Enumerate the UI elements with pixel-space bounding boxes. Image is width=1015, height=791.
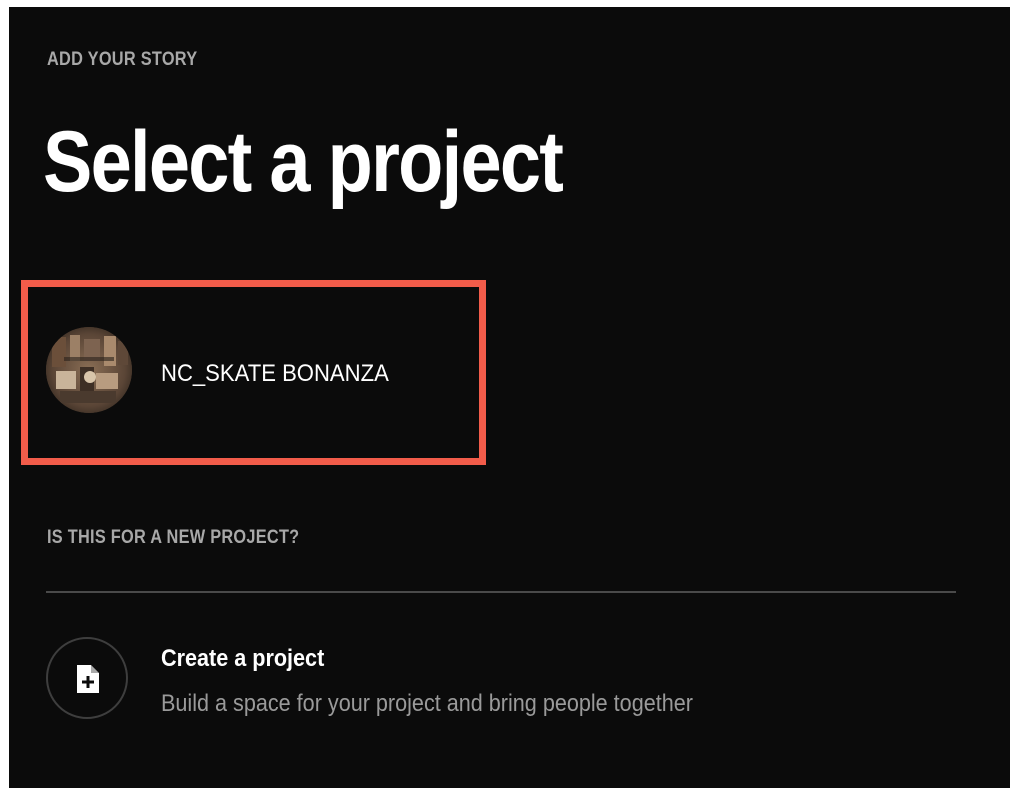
create-project-button[interactable]: Create a project Build a space for your …: [46, 635, 956, 725]
project-avatar: [46, 327, 132, 413]
create-project-description: Build a space for your project and bring…: [161, 690, 693, 717]
new-project-kicker: IS THIS FOR A NEW PROJECT?: [47, 527, 300, 548]
story-project-picker: ADD YOUR STORY Select a project NC_SKATE…: [9, 7, 1010, 788]
page-title: Select a project: [43, 114, 564, 210]
add-story-kicker: ADD YOUR STORY: [47, 49, 198, 70]
project-item-nc-skate-bonanza[interactable]: NC_SKATE BONANZA: [21, 280, 486, 465]
create-project-icon-circle: [46, 637, 128, 719]
add-document-icon: [77, 665, 99, 693]
project-photo-avatar-icon: [46, 327, 132, 413]
create-project-title: Create a project: [161, 645, 325, 672]
project-name: NC_SKATE BONANZA: [161, 360, 389, 387]
section-divider: [46, 591, 956, 593]
